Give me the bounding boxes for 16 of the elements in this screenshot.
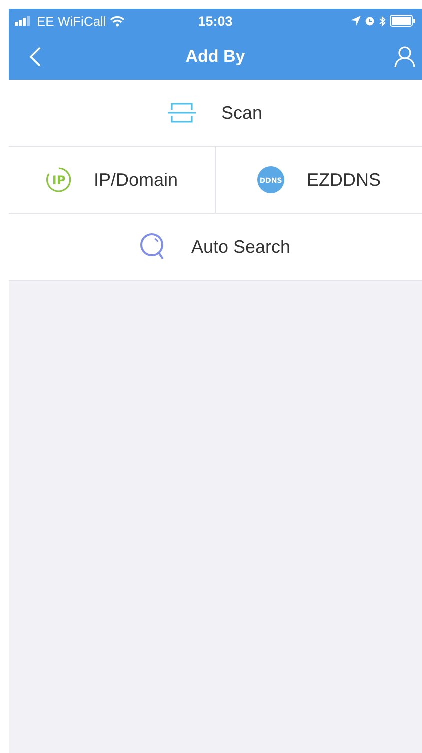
- bluetooth-icon: [379, 16, 386, 26]
- signal-icon: [15, 16, 33, 26]
- option-button[interactable]: Scan: [9, 80, 422, 147]
- back-icon[interactable]: [29, 46, 41, 66]
- search-icon: [140, 233, 166, 261]
- carrier-name: EE WiFiCall: [37, 14, 106, 28]
- alarm-icon: [365, 16, 375, 26]
- clock-time: 15:03: [198, 14, 233, 28]
- option-button[interactable]: IP IP/Domain: [9, 147, 215, 213]
- battery-icon: [390, 15, 416, 27]
- wifi-icon: [110, 16, 126, 26]
- scan-icon: [168, 102, 196, 124]
- option-button[interactable]: Auto Search: [9, 214, 422, 281]
- person-icon[interactable]: [394, 46, 416, 68]
- page-title: Add By: [186, 46, 246, 66]
- location-icon: [351, 16, 361, 26]
